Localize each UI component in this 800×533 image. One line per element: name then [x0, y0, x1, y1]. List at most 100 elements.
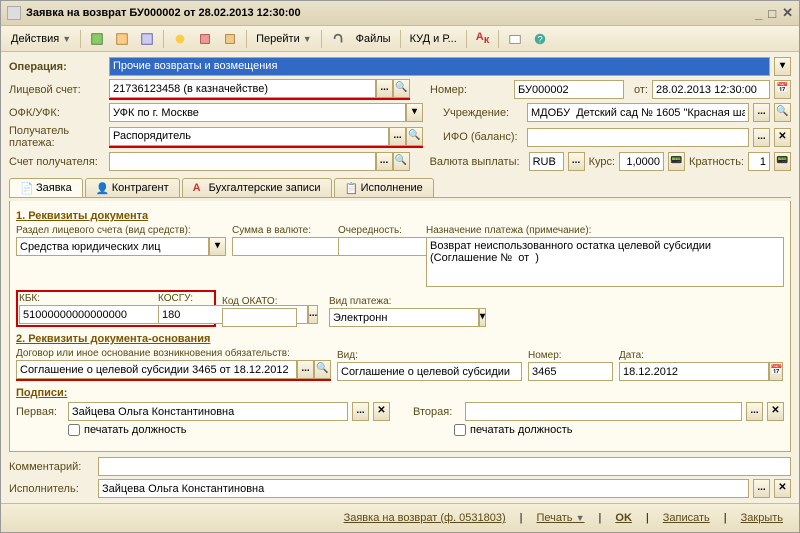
user-icon: 👤 — [96, 182, 108, 194]
actions-menu[interactable]: Действия ▼ — [7, 31, 75, 47]
account-search-icon[interactable]: 🔍 — [393, 79, 410, 98]
tool-icon-2[interactable] — [111, 30, 133, 48]
payee-dots[interactable]: ... — [389, 127, 406, 146]
sign1-dots[interactable]: ... — [352, 402, 369, 421]
tab-kontragent[interactable]: 👤Контрагент — [85, 178, 180, 197]
attach-icon[interactable] — [327, 30, 349, 48]
tab-zayavka[interactable]: 📄Заявка — [9, 178, 83, 197]
help-icon[interactable]: ? — [529, 30, 551, 48]
signatures-header: Подписи: — [16, 387, 784, 399]
contract-input[interactable] — [16, 360, 297, 379]
payee-acc-search-icon[interactable]: 🔍 — [393, 152, 410, 171]
payee-acc-input[interactable] — [109, 152, 376, 171]
exec-clear[interactable]: ✕ — [774, 479, 791, 498]
kbk-input[interactable] — [19, 305, 169, 324]
mult-calc-icon[interactable]: 📟 — [774, 152, 791, 171]
ifo-label: ИФО (баланс): — [443, 131, 523, 143]
save-button[interactable]: Записать — [655, 509, 718, 527]
ofk-dropdown[interactable]: ▾ — [406, 103, 423, 122]
mult-input[interactable] — [748, 152, 770, 171]
payee-search-icon[interactable]: 🔍 — [406, 127, 423, 146]
type-label: Вид: — [337, 350, 522, 361]
payee-acc-dots[interactable]: ... — [376, 152, 393, 171]
currency-input[interactable] — [529, 152, 564, 171]
tool-icon-6[interactable] — [219, 30, 241, 48]
tool-icon-ak[interactable]: Aк — [472, 29, 493, 48]
kbk-label: КБК: — [19, 293, 154, 304]
tool-icon-4[interactable] — [169, 30, 191, 48]
exec-dots[interactable]: ... — [753, 479, 770, 498]
date-input[interactable] — [652, 80, 770, 99]
goto-menu[interactable]: Перейти ▼ — [252, 31, 316, 47]
sum-label: Сумма в валюте: — [232, 225, 332, 236]
date2-label: Дата: — [619, 350, 709, 361]
close-button[interactable]: ✕ — [782, 5, 793, 21]
contract-dots[interactable]: ... — [297, 360, 314, 379]
rate-label: Курс: — [589, 156, 615, 168]
org-dots[interactable]: ... — [753, 103, 770, 122]
tool-icon-1[interactable] — [86, 30, 108, 48]
ok-button[interactable]: OK — [607, 509, 640, 527]
operation-select[interactable]: Прочие возвраты и возмещения — [109, 57, 770, 76]
exec-input[interactable] — [98, 479, 749, 498]
tab-accounting[interactable]: AБухгалтерские записи — [182, 178, 332, 197]
ifo-clear[interactable]: ✕ — [774, 128, 791, 147]
sign1-clear[interactable]: ✕ — [373, 402, 390, 421]
operation-label: Операция: — [9, 61, 105, 73]
account-input[interactable] — [109, 79, 376, 98]
paytype-input[interactable] — [329, 308, 479, 327]
date2-cal-icon[interactable]: 📅 — [769, 362, 783, 381]
okato-input[interactable] — [222, 308, 297, 327]
section2-header: 2. Реквизиты документа-основания — [16, 333, 784, 345]
contract-search-icon[interactable]: 🔍 — [314, 360, 331, 379]
sign2-clear[interactable]: ✕ — [767, 402, 784, 421]
form-name-button[interactable]: Заявка на возврат (ф. 0531803) — [336, 509, 514, 527]
sign2-dots[interactable]: ... — [746, 402, 763, 421]
payee-input[interactable] — [109, 127, 389, 146]
type-input[interactable] — [337, 362, 522, 381]
minimize-button[interactable]: _ — [755, 6, 762, 21]
razdel-dropdown[interactable]: ▾ — [209, 237, 226, 256]
sign1-input[interactable] — [68, 402, 348, 421]
window-title: Заявка на возврат БУ000002 от 28.02.2013… — [26, 7, 749, 19]
tool-icon-7[interactable] — [504, 30, 526, 48]
calendar-icon[interactable]: 📅 — [774, 80, 791, 99]
rate-calc-icon[interactable]: 📟 — [668, 152, 685, 171]
razdel-label: Раздел лицевого счета (вид средств): — [16, 225, 226, 236]
rate-input[interactable] — [619, 152, 664, 171]
close-button-footer[interactable]: Закрыть — [733, 509, 791, 527]
org-input[interactable] — [527, 103, 749, 122]
num-input[interactable] — [528, 362, 613, 381]
ifo-input[interactable] — [527, 128, 749, 147]
num-label: Номер: — [528, 350, 613, 361]
kosgu-dots[interactable]: ... — [308, 305, 318, 324]
tool-icon-3[interactable] — [136, 30, 158, 48]
app-icon — [7, 6, 21, 20]
currency-dots[interactable]: ... — [568, 152, 585, 171]
account-dots[interactable]: ... — [376, 79, 393, 98]
purpose-input[interactable] — [426, 237, 784, 287]
number-input[interactable] — [514, 80, 624, 99]
date2-input[interactable] — [619, 362, 769, 381]
svg-text:?: ? — [538, 34, 543, 45]
titlebar: Заявка на возврат БУ000002 от 28.02.2013… — [1, 1, 799, 26]
org-search-icon[interactable]: 🔍 — [774, 103, 791, 122]
payee-acc-label: Счет получателя: — [9, 156, 105, 168]
account-label: Лицевой счет: — [9, 84, 105, 96]
comment-input[interactable] — [98, 457, 791, 476]
tool-icon-5[interactable] — [194, 30, 216, 48]
ifo-dots[interactable]: ... — [753, 128, 770, 147]
ofk-input[interactable] — [109, 103, 406, 122]
operation-dropdown[interactable]: ▾ — [774, 57, 791, 76]
print-position-1[interactable]: печатать должность — [68, 424, 186, 436]
kud-button[interactable]: КУД и Р... — [406, 31, 461, 47]
print-button[interactable]: Печать ▼ — [529, 509, 593, 527]
print-position-2[interactable]: печатать должность — [454, 424, 784, 436]
razdel-input[interactable] — [16, 237, 209, 256]
paytype-dropdown[interactable]: ▾ — [479, 308, 486, 327]
tab-execution[interactable]: 📋Исполнение — [334, 178, 434, 197]
sign2-input[interactable] — [465, 402, 742, 421]
files-button[interactable]: Файлы — [352, 31, 395, 47]
maximize-button[interactable]: □ — [768, 6, 776, 21]
from-label: от: — [634, 84, 648, 96]
